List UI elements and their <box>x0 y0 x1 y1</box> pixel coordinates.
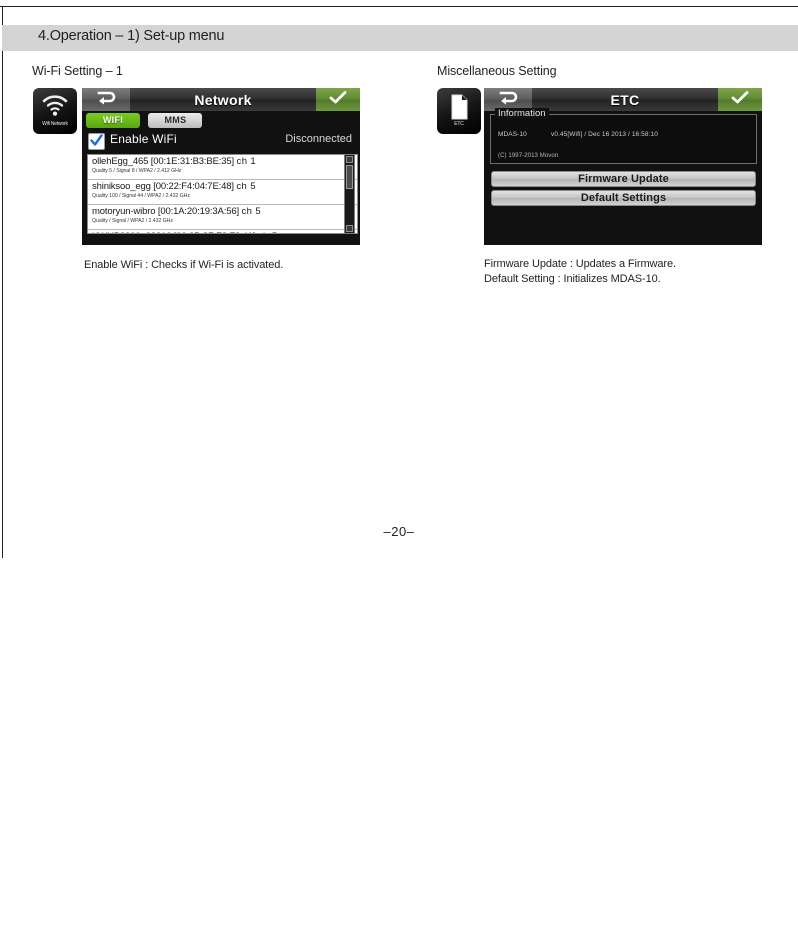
checkmark-icon <box>90 134 103 146</box>
device-model: MDAS-10 <box>498 131 527 138</box>
scroll-down-icon[interactable] <box>346 225 353 232</box>
etc-side-icon-label: ETC <box>454 121 464 127</box>
network-list[interactable]: ollehEgg_465 [00:1E:31:B3:BE:35] ch 1 Qu… <box>87 154 358 234</box>
list-item[interactable]: KWHP2200_32216 [00:25:C7:F8:F8:41] ch 5 <box>88 230 357 233</box>
check-icon <box>328 90 348 110</box>
network-ssid: ollehEgg_465 [00:1E:31:B3:BE:35] ch 1 <box>92 156 257 167</box>
right-caption-line-1: Firmware Update : Updates a Firmware. <box>484 258 676 270</box>
check-icon <box>730 90 750 110</box>
scroll-up-icon[interactable] <box>346 156 353 163</box>
network-tabs: WIFI MMS <box>86 113 206 128</box>
etc-screen-title: ETC <box>610 91 640 108</box>
network-titlebar: Network <box>82 88 360 111</box>
information-legend: Information <box>495 108 549 119</box>
page-top-rule <box>0 6 798 7</box>
tab-wifi[interactable]: WIFI <box>86 113 140 128</box>
etc-side-icon[interactable]: ETC <box>437 88 481 134</box>
list-item[interactable]: shiniksoo_egg [00:22:F4:04:7E:48] ch 5 Q… <box>88 180 357 205</box>
enable-wifi-row: Enable WiFi Disconnected <box>88 132 352 150</box>
left-column-heading: Wi-Fi Setting – 1 <box>32 64 123 78</box>
etc-settings-screen: ETC Information MDAS-10 v0.45[Wifi] / De… <box>484 88 762 245</box>
right-caption: Firmware Update : Updates a Firmware. De… <box>484 257 676 287</box>
default-settings-button[interactable]: Default Settings <box>491 190 756 206</box>
network-ssid: KWHP2200_32216 [00:25:C7:F8:F8:41] ch 5 <box>92 231 357 233</box>
right-column-heading: Miscellaneous Setting <box>437 64 557 78</box>
network-ssid: motoryun-wibro [00:1A:20:19:3A:56] ch 5 <box>92 206 262 217</box>
network-settings-screen: Network WIFI MMS Enable WiFi Disconnecte… <box>82 88 360 245</box>
wifi-icon <box>42 95 68 122</box>
enable-wifi-label: Enable WiFi <box>110 132 177 146</box>
confirm-button[interactable] <box>718 88 762 111</box>
back-button[interactable] <box>82 88 130 111</box>
network-ssid: shiniksoo_egg [00:22:F4:04:7E:48] ch 5 <box>92 181 256 192</box>
page-number: –20– <box>383 524 415 539</box>
network-screen-title: Network <box>194 91 252 108</box>
tab-mms[interactable]: MMS <box>148 113 203 128</box>
right-caption-line-2: Default Setting : Initializes MDAS-10. <box>484 273 661 285</box>
left-caption: Enable WiFi : Checks if Wi-Fi is activat… <box>84 259 284 271</box>
firmware-update-button[interactable]: Firmware Update <box>491 171 756 187</box>
wifi-network-side-icon[interactable]: Wifi Network <box>33 88 77 134</box>
network-meta: Quality / Signal / WPA2 / 2.432 GHz <box>92 218 173 224</box>
manual-page: 4.Operation – 1) Set-up menu Wi-Fi Setti… <box>0 0 798 951</box>
list-item[interactable]: motoryun-wibro [00:1A:20:19:3A:56] ch 5 … <box>88 205 357 230</box>
back-arrow-icon <box>497 90 519 110</box>
list-item[interactable]: ollehEgg_465 [00:1E:31:B3:BE:35] ch 1 Qu… <box>88 155 357 180</box>
scrollbar-thumb[interactable] <box>346 165 353 189</box>
page-left-rule <box>2 6 3 558</box>
section-header-title: 4.Operation – 1) Set-up menu <box>38 28 225 44</box>
information-box: Information MDAS-10 v0.45[Wifi] / Dec 16… <box>490 108 757 164</box>
network-meta: Quality 5 / Signal 8 / WPA2 / 2.412 GHz <box>92 168 182 174</box>
wifi-network-side-icon-label: Wifi Network <box>42 121 68 127</box>
connection-status: Disconnected <box>285 133 352 145</box>
enable-wifi-checkbox[interactable] <box>88 133 105 150</box>
firmware-version: v0.45[Wifi] / Dec 16 2013 / 16:58:10 <box>551 131 658 138</box>
network-list-scrollbar[interactable] <box>344 154 355 234</box>
network-meta: Quality 100 / Signal 44 / WPA2 / 2.432 G… <box>92 193 190 199</box>
confirm-button[interactable] <box>316 88 360 111</box>
copyright-text: (C) 1997-2013 Movon <box>498 153 559 159</box>
back-arrow-icon <box>95 90 117 110</box>
